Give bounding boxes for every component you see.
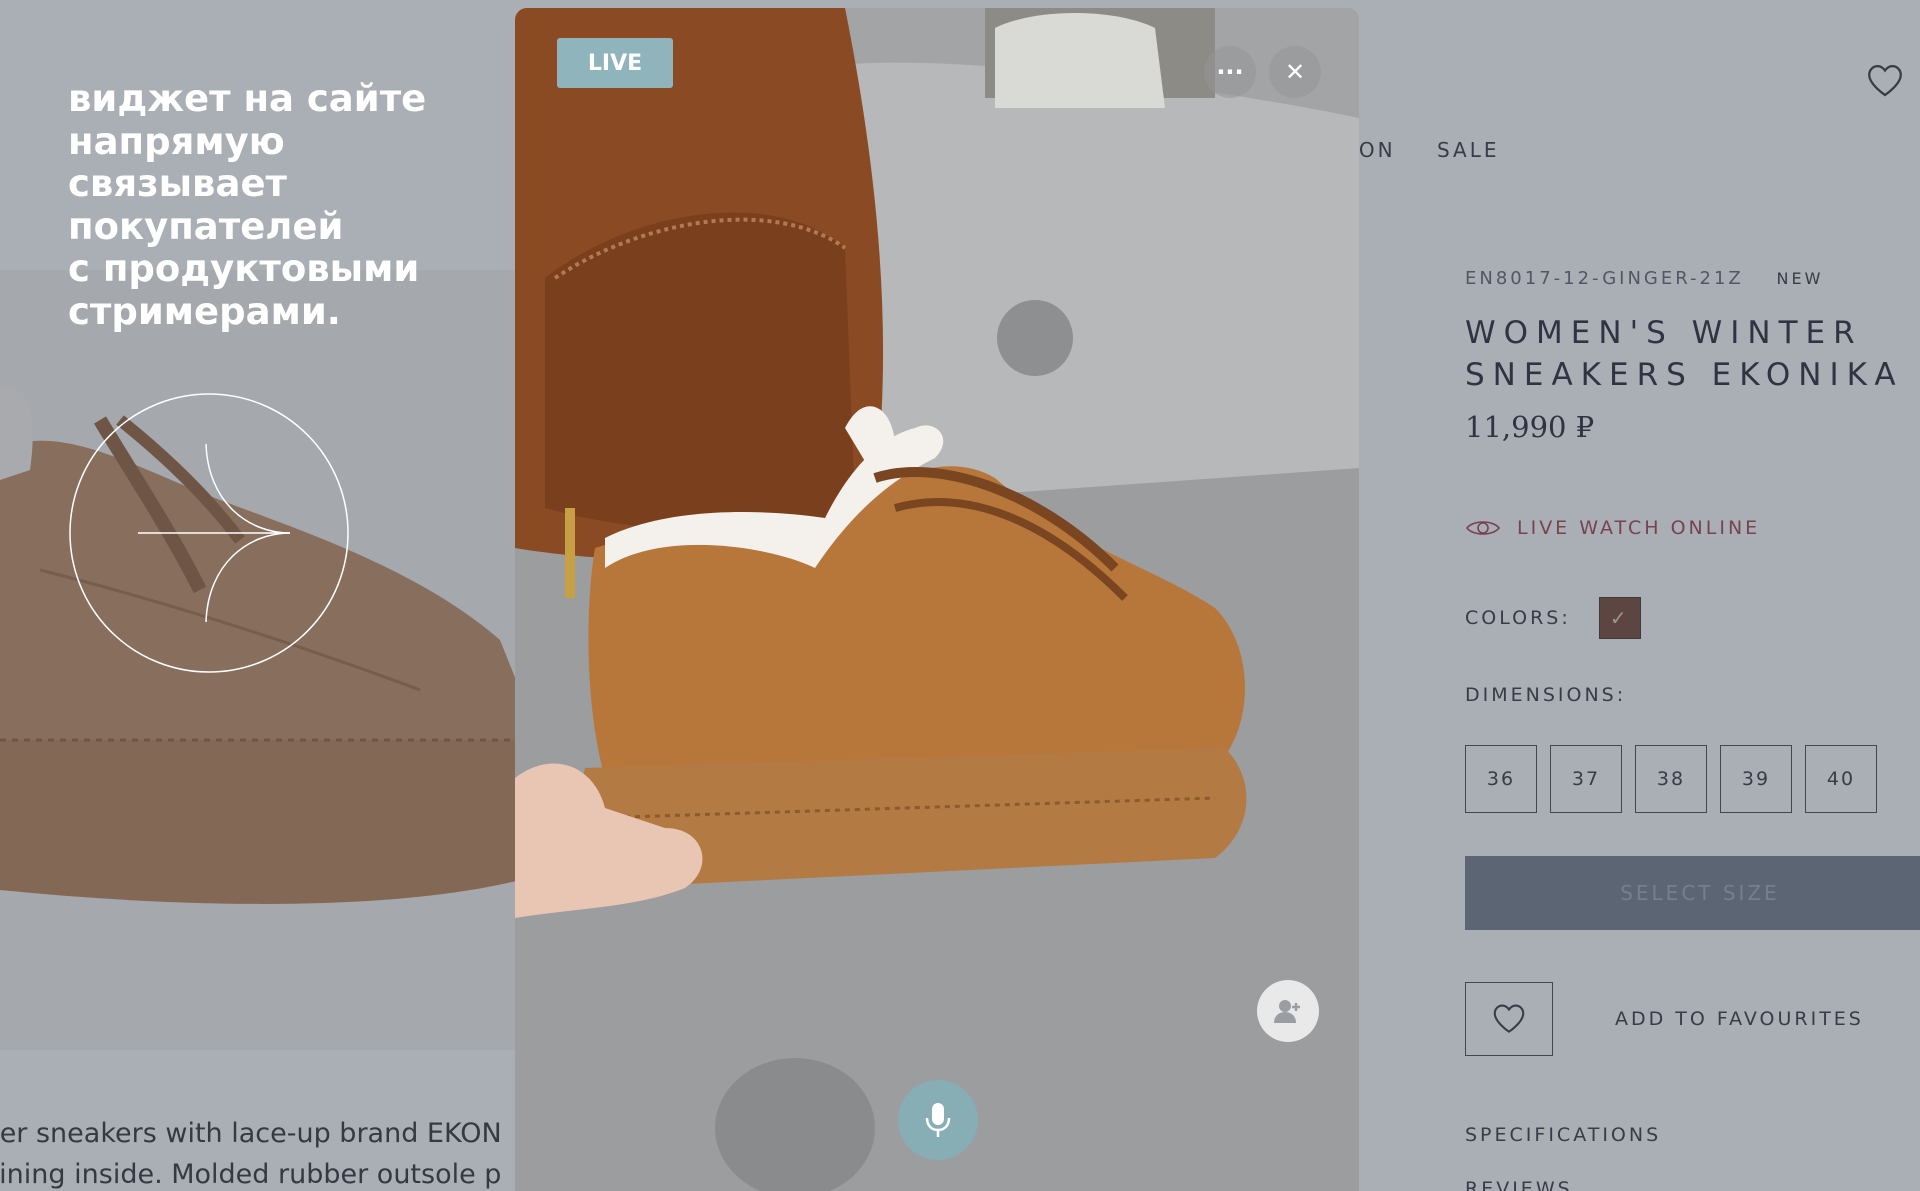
arrow-right-icon <box>69 393 349 673</box>
live-stream-widget[interactable]: LIVE ··· ✕ <box>515 8 1359 1191</box>
promo-line: стримерами. <box>68 289 341 333</box>
promo-caption: виджет на сайте напрямую связывает покуп… <box>68 77 508 333</box>
promo-line: виджет на сайте <box>68 77 427 120</box>
invite-button[interactable] <box>1257 980 1319 1042</box>
microphone-icon <box>925 1103 951 1137</box>
promo-line: напрямую <box>68 119 285 163</box>
more-options-button[interactable]: ··· <box>1204 46 1256 98</box>
promo-line: с продуктовыми <box>68 247 420 290</box>
live-badge: LIVE <box>557 38 673 88</box>
close-widget-button[interactable]: ✕ <box>1269 46 1321 98</box>
microphone-button[interactable] <box>898 1080 978 1160</box>
promo-line: связывает <box>68 162 287 205</box>
promo-line: покупателей <box>68 204 344 248</box>
add-user-icon <box>1274 1000 1300 1023</box>
live-video-frame <box>515 8 1359 1191</box>
